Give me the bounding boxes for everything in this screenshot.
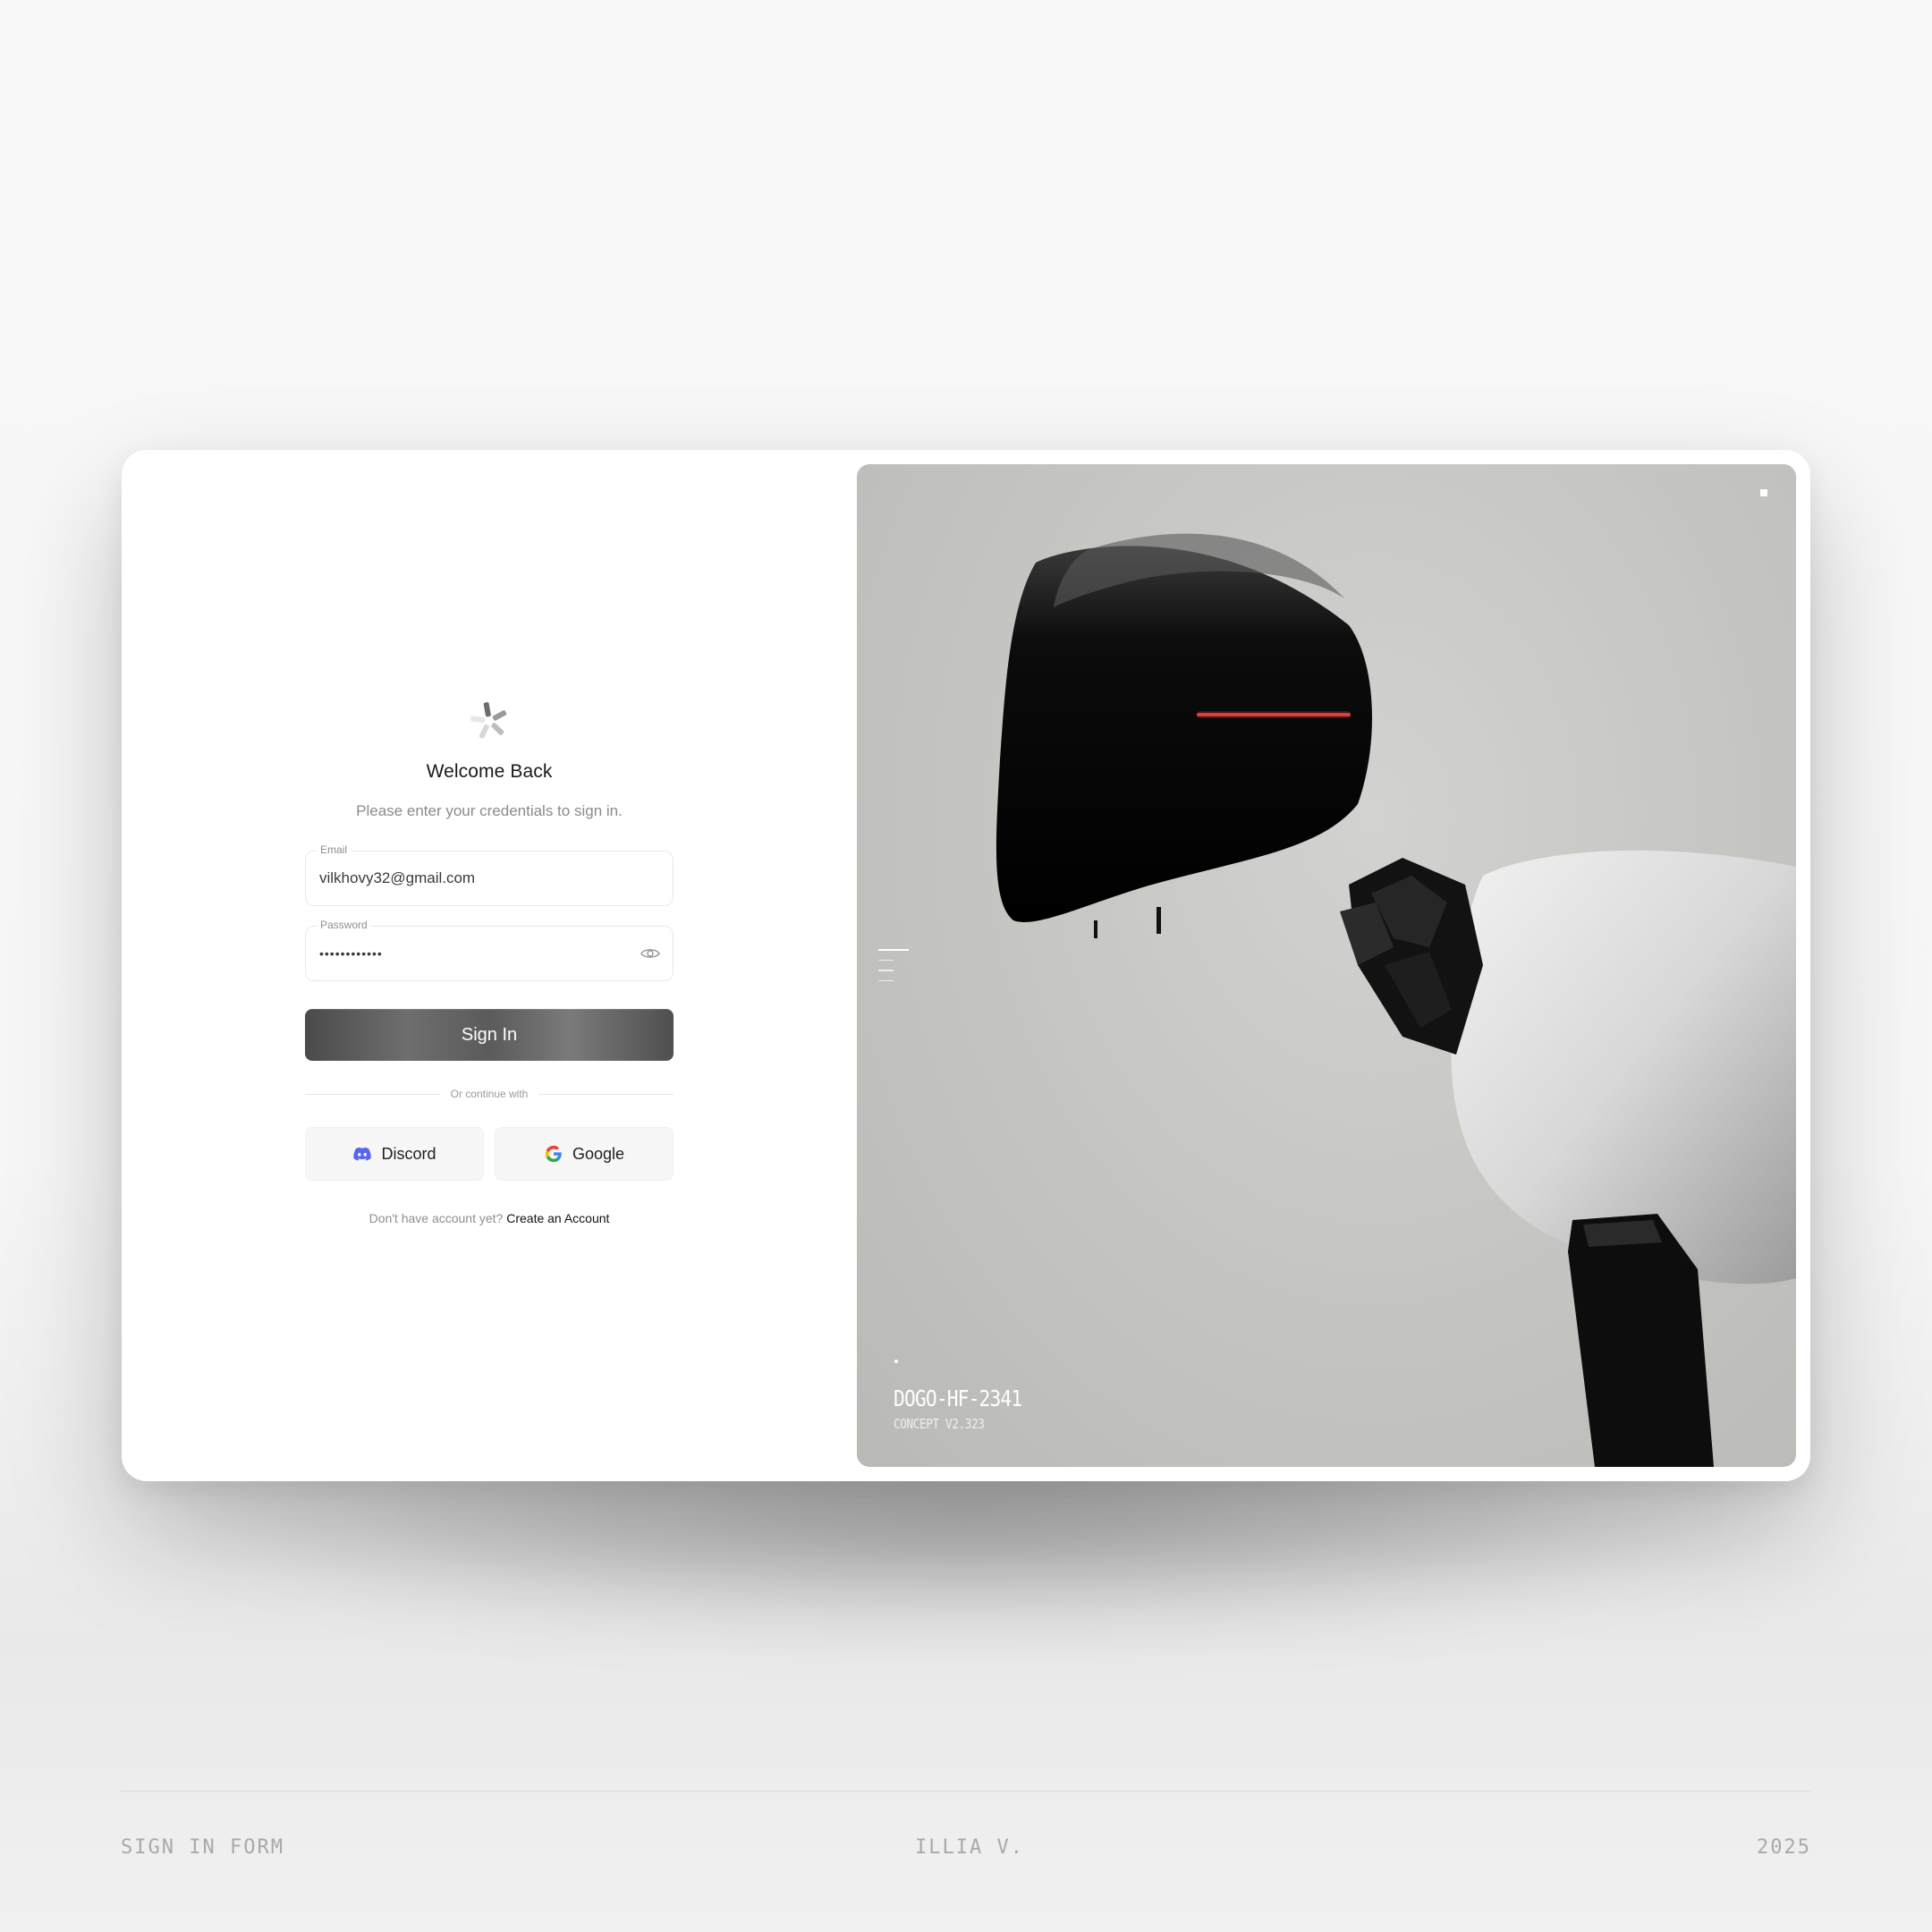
password-label: Password bbox=[317, 919, 371, 931]
signup-prompt-text: Don't have account yet? bbox=[369, 1211, 504, 1225]
footer-divider bbox=[121, 1791, 1811, 1792]
create-account-link[interactable]: Create an Account bbox=[506, 1211, 609, 1225]
password-input[interactable]: •••••••••••• bbox=[319, 946, 641, 961]
hero-image-panel: DOGO-HF-2341 CONCEPT V2.323 bbox=[857, 464, 1796, 1467]
email-input[interactable] bbox=[319, 869, 641, 887]
page-title: Welcome Back bbox=[426, 761, 553, 782]
page-subtitle: Please enter your credentials to sign in… bbox=[356, 802, 623, 819]
menu-lines-icon bbox=[878, 949, 909, 990]
password-field[interactable]: Password •••••••••••• bbox=[305, 919, 674, 981]
social-login-group: Discord Google bbox=[305, 1127, 674, 1181]
divider-line-right bbox=[538, 1093, 674, 1095]
discord-label: Discord bbox=[381, 1144, 436, 1163]
snowflake-logo-icon bbox=[470, 702, 507, 739]
model-code: DOGO-HF-2341 bbox=[894, 1385, 1022, 1411]
corner-marker bbox=[1760, 489, 1767, 496]
google-icon bbox=[545, 1145, 562, 1163]
google-label: Google bbox=[572, 1144, 625, 1163]
footer-author: ILLIA V. bbox=[915, 1836, 1024, 1859]
robot-dog-illustration bbox=[996, 533, 1796, 1467]
email-field[interactable]: Email bbox=[305, 843, 674, 906]
eye-icon[interactable] bbox=[640, 946, 660, 961]
concept-version: CONCEPT V2.323 bbox=[894, 1416, 985, 1432]
email-label: Email bbox=[317, 843, 352, 856]
footer-year: 2025 bbox=[1757, 1836, 1811, 1859]
signin-form: Welcome Back Please enter your credentia… bbox=[305, 700, 674, 1225]
sign-in-button[interactable]: Sign In bbox=[305, 1009, 674, 1061]
divider-text: Or continue with bbox=[450, 1088, 529, 1100]
google-button[interactable]: Google bbox=[495, 1127, 674, 1181]
discord-button[interactable]: Discord bbox=[305, 1127, 484, 1181]
divider-line-left bbox=[305, 1093, 440, 1095]
footer-left-label: SIGN IN FORM bbox=[121, 1836, 284, 1859]
signin-card: Welcome Back Please enter your credentia… bbox=[122, 450, 1810, 1481]
discord-icon bbox=[353, 1147, 372, 1161]
or-divider: Or continue with bbox=[305, 1088, 674, 1100]
signup-prompt: Don't have account yet? Create an Accoun… bbox=[305, 1211, 674, 1225]
indicator-dot bbox=[894, 1360, 898, 1363]
